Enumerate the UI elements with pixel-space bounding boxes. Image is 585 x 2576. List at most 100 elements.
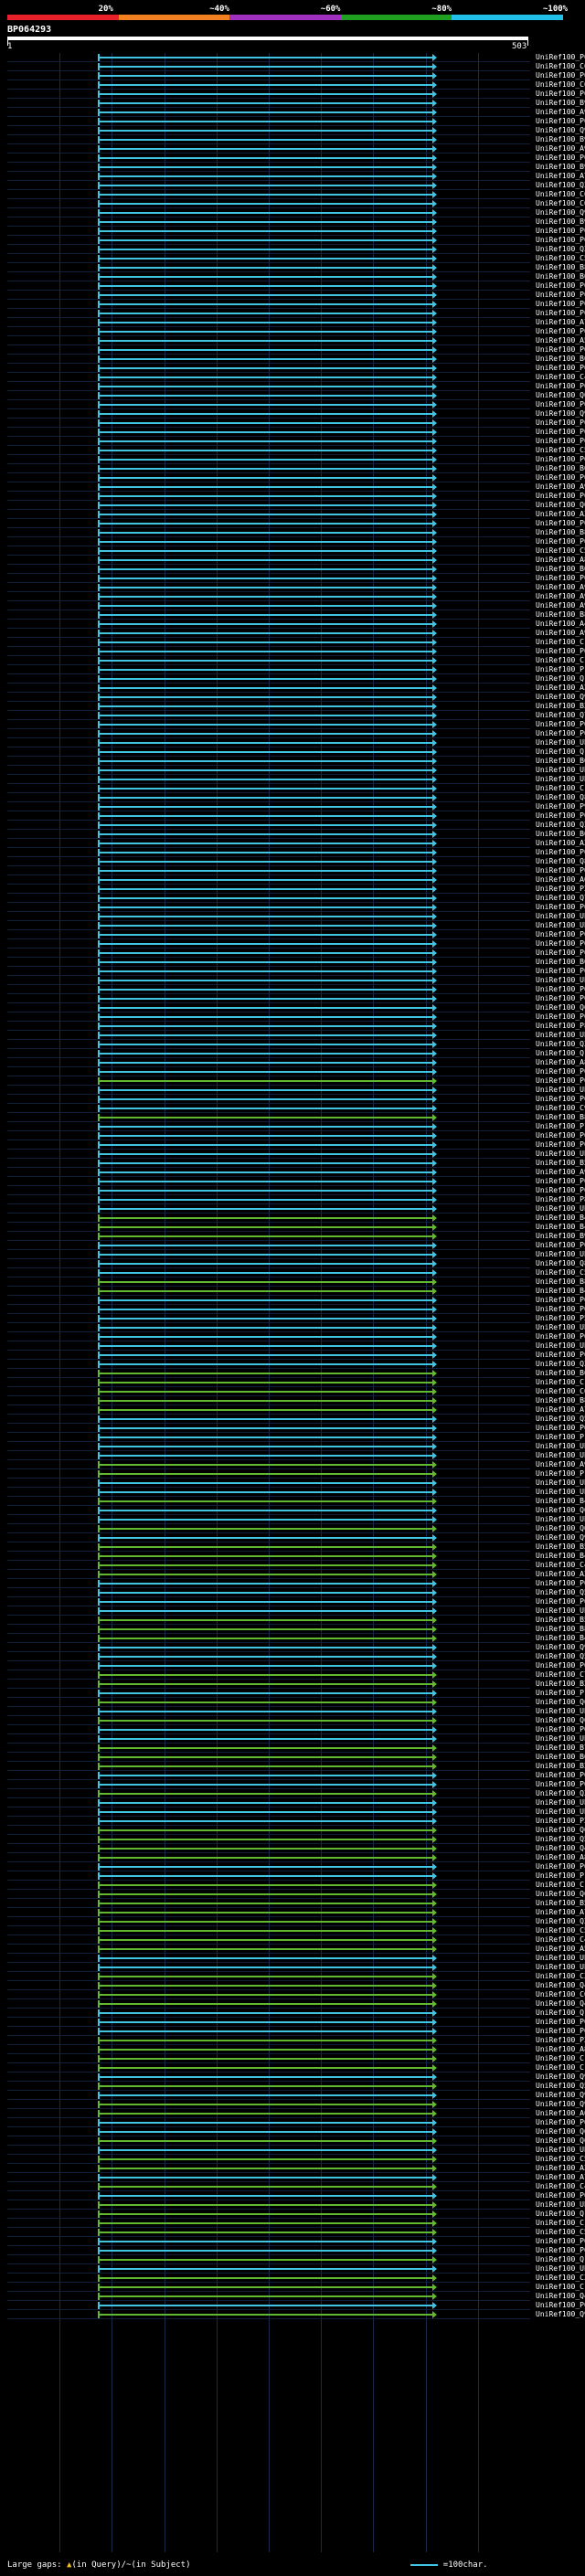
hit-accession-link[interactable]: UniRef100_A9SRQ9 xyxy=(536,592,585,601)
table-row[interactable]: UniRef100_Q2349O xyxy=(7,821,585,830)
hit-accession-link[interactable]: UniRef100_P00068 xyxy=(536,428,585,437)
hit-bar[interactable] xyxy=(98,1379,438,1386)
hit-accession-link[interactable]: UniRef100_B8LQM4 xyxy=(536,528,585,537)
table-row[interactable]: UniRef100_P62897 xyxy=(7,939,585,949)
hit-accession-link[interactable]: UniRef100_P00057 xyxy=(536,227,585,236)
hit-bar[interactable] xyxy=(98,1251,438,1258)
table-row[interactable]: UniRef100_A5DYC1 xyxy=(7,1945,585,1954)
hit-accession-link[interactable]: UniRef100_Q7S8H0 xyxy=(536,711,585,720)
table-row[interactable]: UniRef100_B6TJR4 xyxy=(7,565,585,574)
hit-bar[interactable] xyxy=(98,328,438,335)
hit-bar[interactable] xyxy=(98,529,438,536)
table-row[interactable]: UniRef100_P00014 xyxy=(7,1424,585,1433)
table-row[interactable]: UniRef100_Q23138 xyxy=(7,245,585,254)
hit-accession-link[interactable]: UniRef100_P00026 xyxy=(536,1771,585,1780)
table-row[interactable]: UniRef100_Q13393 xyxy=(7,2009,585,2018)
table-row[interactable]: UniRef100_C0NSH7 xyxy=(7,1990,585,1999)
table-row[interactable]: UniRef100_C1MXP6 xyxy=(7,638,585,647)
hit-accession-link[interactable]: UniRef100_UP1000... xyxy=(536,921,585,930)
table-row[interactable]: UniRef100_C9JFR7 xyxy=(7,1104,585,1113)
hit-accession-link[interactable]: UniRef100_B6TJR4 xyxy=(536,565,585,574)
table-row[interactable]: UniRef100_UP1000... xyxy=(7,1479,585,1488)
table-row[interactable]: UniRef100_C5MBH3 xyxy=(7,2228,585,2237)
hit-accession-link[interactable]: UniRef100_P00042 xyxy=(536,2246,585,2255)
hit-bar[interactable] xyxy=(98,2037,438,2044)
hit-accession-link[interactable]: UniRef100_C6SYA6 xyxy=(536,80,585,90)
hit-accession-link[interactable]: UniRef100_P00025 xyxy=(536,2027,585,2036)
hit-bar[interactable] xyxy=(98,2046,438,2053)
table-row[interactable]: UniRef100_UP1000... xyxy=(7,738,585,747)
hit-accession-link[interactable]: UniRef100_B8M3N0 xyxy=(536,1396,585,1405)
table-row[interactable]: UniRef100_B0D4B4 xyxy=(7,757,585,766)
table-row[interactable]: UniRef100_Q9TVT6 xyxy=(7,1533,585,1542)
hit-bar[interactable] xyxy=(98,739,438,747)
table-row[interactable]: UniRef100_P21665 xyxy=(7,885,585,894)
hit-bar[interactable] xyxy=(98,1461,438,1468)
hit-accession-link[interactable]: UniRef100_P84029 xyxy=(536,1195,585,1204)
hit-accession-link[interactable]: UniRef100_Q9TVT6 xyxy=(536,1533,585,1542)
hit-bar[interactable] xyxy=(98,1680,438,1688)
hit-accession-link[interactable]: UniRef100_P00003 xyxy=(536,1186,585,1195)
table-row[interactable]: UniRef100_P00069 xyxy=(7,473,585,482)
table-row[interactable]: UniRef100_UP1000... xyxy=(7,1031,585,1040)
table-row[interactable]: UniRef100_B4LEH6 xyxy=(7,1223,585,1232)
hit-bar[interactable] xyxy=(98,602,438,610)
hit-accession-link[interactable]: UniRef100_A6SKN1 xyxy=(536,875,585,885)
table-row[interactable]: UniRef100_P00054 xyxy=(7,327,585,336)
table-row[interactable]: UniRef100_A9RJ09 xyxy=(7,583,585,592)
hit-accession-link[interactable]: UniRef100_B3WTE4 xyxy=(536,702,585,711)
hit-accession-link[interactable]: UniRef100_P00035 xyxy=(536,949,585,958)
hit-bar[interactable] xyxy=(98,748,438,756)
table-row[interactable]: UniRef100_P00060 xyxy=(7,71,585,80)
hit-accession-link[interactable]: UniRef100_UP1000... xyxy=(536,775,585,784)
table-row[interactable]: UniRef100_P10715 xyxy=(7,1689,585,1698)
hit-bar[interactable] xyxy=(98,1388,438,1395)
table-row[interactable]: UniRef100_Q4UBU6 xyxy=(7,1999,585,2009)
hit-bar[interactable] xyxy=(98,447,438,454)
hit-accession-link[interactable]: UniRef100_C1BS91 xyxy=(536,2283,585,2292)
table-row[interactable]: UniRef100_P19681 xyxy=(7,1433,585,1442)
table-row[interactable]: UniRef100_C5YY64 xyxy=(7,254,585,263)
hit-bar[interactable] xyxy=(98,1260,438,1267)
hit-bar[interactable] xyxy=(98,1507,438,1514)
hit-bar[interactable] xyxy=(98,977,438,984)
table-row[interactable]: UniRef100_Q4MS04 xyxy=(7,2292,585,2301)
hit-accession-link[interactable]: UniRef100_Q96573 xyxy=(536,2100,585,2109)
table-row[interactable]: UniRef100_A3KEW6 xyxy=(7,839,585,848)
hit-bar[interactable] xyxy=(98,995,438,1002)
table-row[interactable]: UniRef100_UP1000... xyxy=(7,1963,585,1972)
table-row[interactable]: UniRef100_A2A5P5 xyxy=(7,2164,585,2173)
hit-bar[interactable] xyxy=(98,511,438,518)
hit-bar[interactable] xyxy=(98,1032,438,1039)
hit-accession-link[interactable]: UniRef100_C6SZC5 xyxy=(536,199,585,208)
table-row[interactable]: UniRef100_A9PBY7 xyxy=(7,108,585,117)
hit-accession-link[interactable]: UniRef100_Q5KNC7 xyxy=(536,1835,585,1844)
hit-bar[interactable] xyxy=(98,182,438,189)
hit-bar[interactable] xyxy=(98,474,438,482)
table-row[interactable]: UniRef100_P00070 xyxy=(7,455,585,464)
table-row[interactable]: UniRef100_P00017 xyxy=(7,1012,585,1022)
hit-accession-link[interactable]: UniRef100_C1EDX4 xyxy=(536,656,585,665)
table-row[interactable]: UniRef100_C5XEN6 xyxy=(7,446,585,455)
table-row[interactable]: UniRef100_Q8X1E7 xyxy=(7,793,585,802)
table-row[interactable]: UniRef100_P00027 xyxy=(7,2118,585,2127)
hit-bar[interactable] xyxy=(98,2247,438,2254)
hit-bar[interactable] xyxy=(98,1827,438,1834)
hit-bar[interactable] xyxy=(98,1671,438,1679)
hit-accession-link[interactable]: UniRef100_UP1000... xyxy=(536,976,585,985)
hit-bar[interactable] xyxy=(98,1607,438,1615)
hit-accession-link[interactable]: UniRef100_B5Y3C2 xyxy=(536,1899,585,1908)
hit-bar[interactable] xyxy=(98,410,438,418)
hit-accession-link[interactable]: UniRef100_Q6QLW4 xyxy=(536,1506,585,1515)
hit-accession-link[interactable]: UniRef100_P00064 xyxy=(536,345,585,355)
hit-bar[interactable] xyxy=(98,1443,438,1450)
hit-accession-link[interactable]: UniRef100_B4LSR5 xyxy=(536,1497,585,1506)
hit-accession-link[interactable]: UniRef100_C5MBB3 xyxy=(536,2155,585,2164)
table-row[interactable]: UniRef100_Q4PB05 xyxy=(7,1844,585,1853)
hit-bar[interactable] xyxy=(98,2101,438,2108)
hit-accession-link[interactable]: UniRef100_Q0DI31 xyxy=(536,391,585,400)
table-row[interactable]: UniRef100_B4U8V4 xyxy=(7,1287,585,1296)
hit-bar[interactable] xyxy=(98,218,438,226)
hit-accession-link[interactable]: UniRef100_B9WE52 xyxy=(536,1232,585,1241)
table-row[interactable]: UniRef100_A6SKN1 xyxy=(7,875,585,885)
